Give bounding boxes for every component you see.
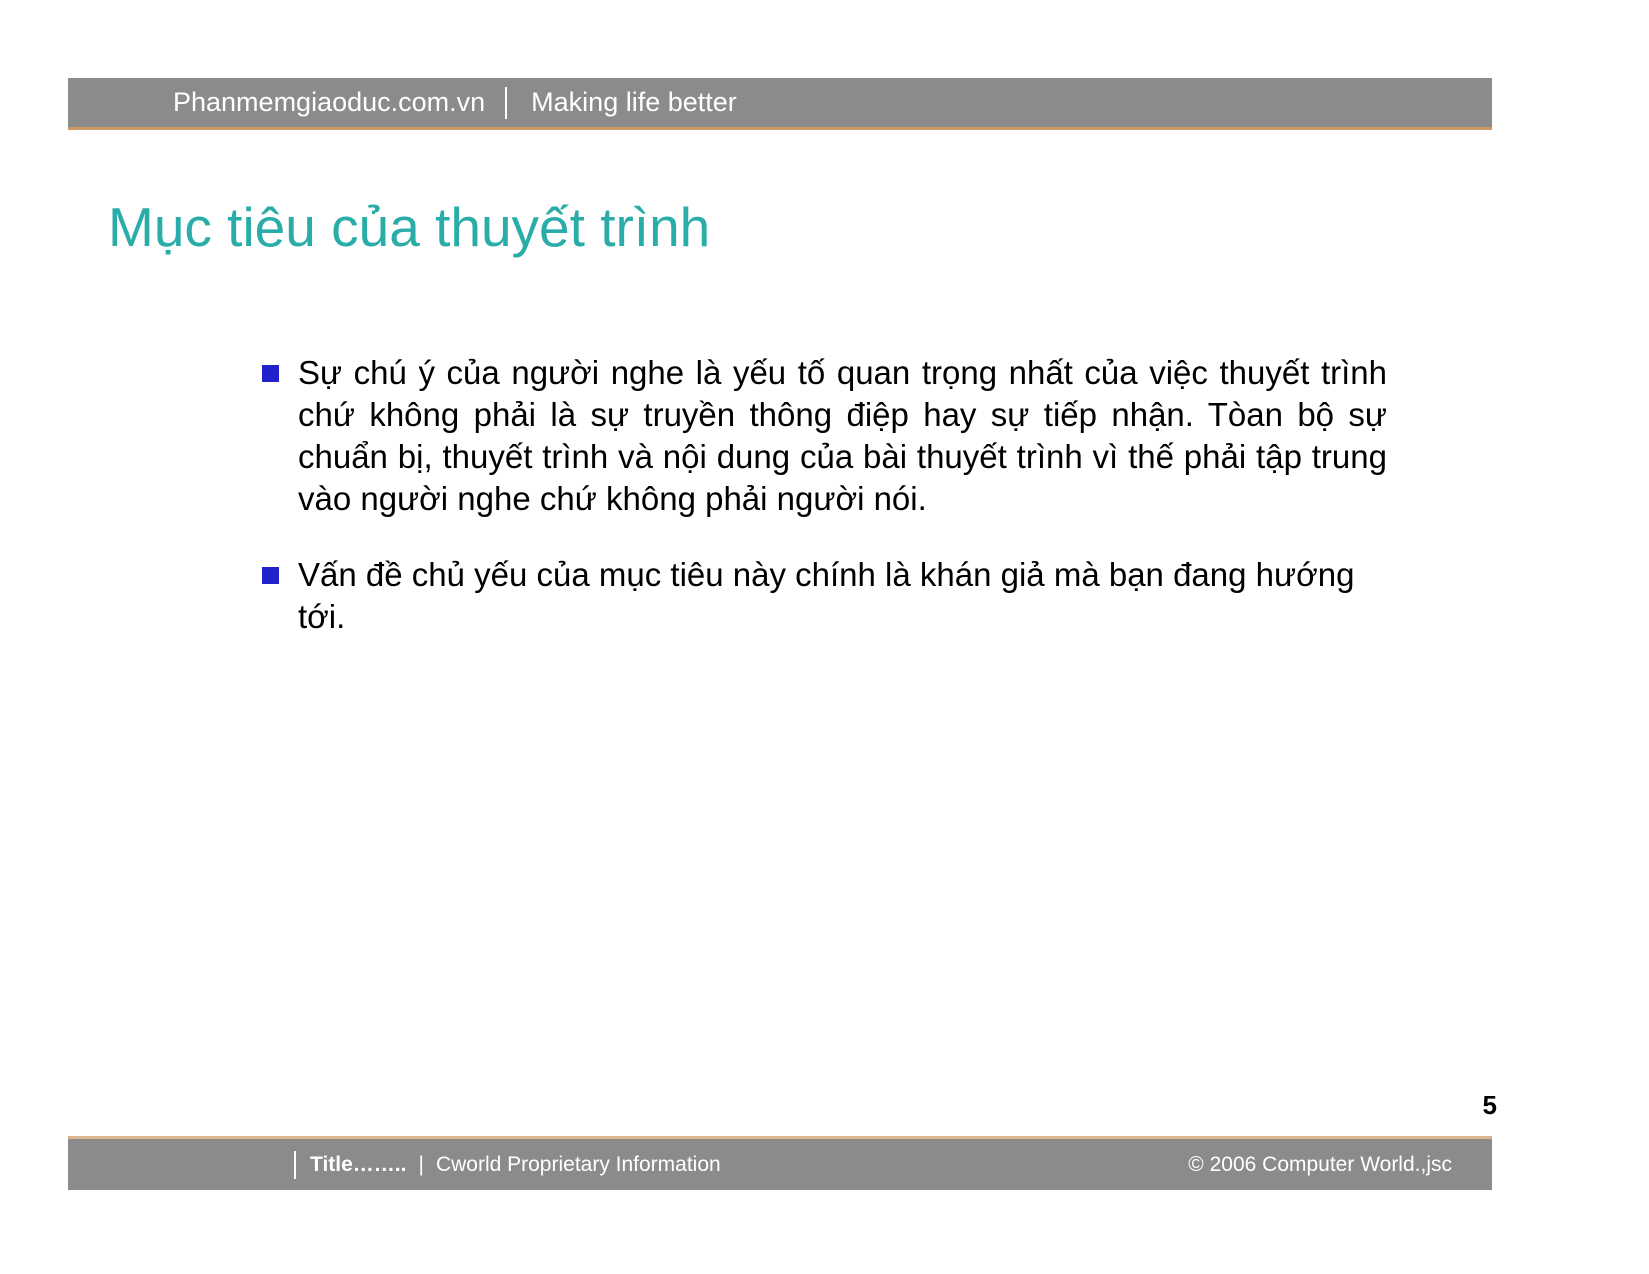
header-band: Phanmemgiaoduc.com.vn Making life better (68, 78, 1492, 130)
slide-canvas: Phanmemgiaoduc.com.vn Making life better… (0, 0, 1649, 1274)
footer-left-group: Title…….. | Cworld Proprietary Informati… (294, 1150, 721, 1179)
bullet-paragraph: Vấn đề chủ yếu của mục tiêu này chính là… (298, 555, 1355, 635)
footer-band: Title…….. | Cworld Proprietary Informati… (68, 1136, 1492, 1190)
footer-copyright: © 2006 Computer World.,jsc (1188, 1152, 1452, 1176)
list-item: Sự chú ý của người nghe là yếu tố quan t… (262, 352, 1387, 520)
square-bullet-icon (262, 566, 279, 584)
page-number: 5 (1482, 1090, 1497, 1120)
footer-title-label: Title…….. (310, 1152, 407, 1176)
body-content: Sự chú ý của người nghe là yếu tố quan t… (262, 352, 1387, 671)
list-item: Vấn đề chủ yếu của mục tiêu này chính là… (262, 554, 1387, 638)
vertical-divider-icon (505, 86, 508, 119)
footer-info-text: Cworld Proprietary Information (435, 1152, 721, 1176)
square-bullet-icon (262, 365, 279, 382)
footer-pipe-separator: | (418, 1152, 424, 1176)
header-brand-text: Phanmemgiaoduc.com.vn (173, 87, 486, 117)
bullet-paragraph: Sự chú ý của người nghe là yếu tố quan t… (298, 354, 1387, 517)
page-title: Mục tiêu của thuyết trình (108, 196, 711, 258)
header-tagline-text: Making life better (531, 87, 737, 117)
footer-divider-icon (294, 1150, 296, 1179)
